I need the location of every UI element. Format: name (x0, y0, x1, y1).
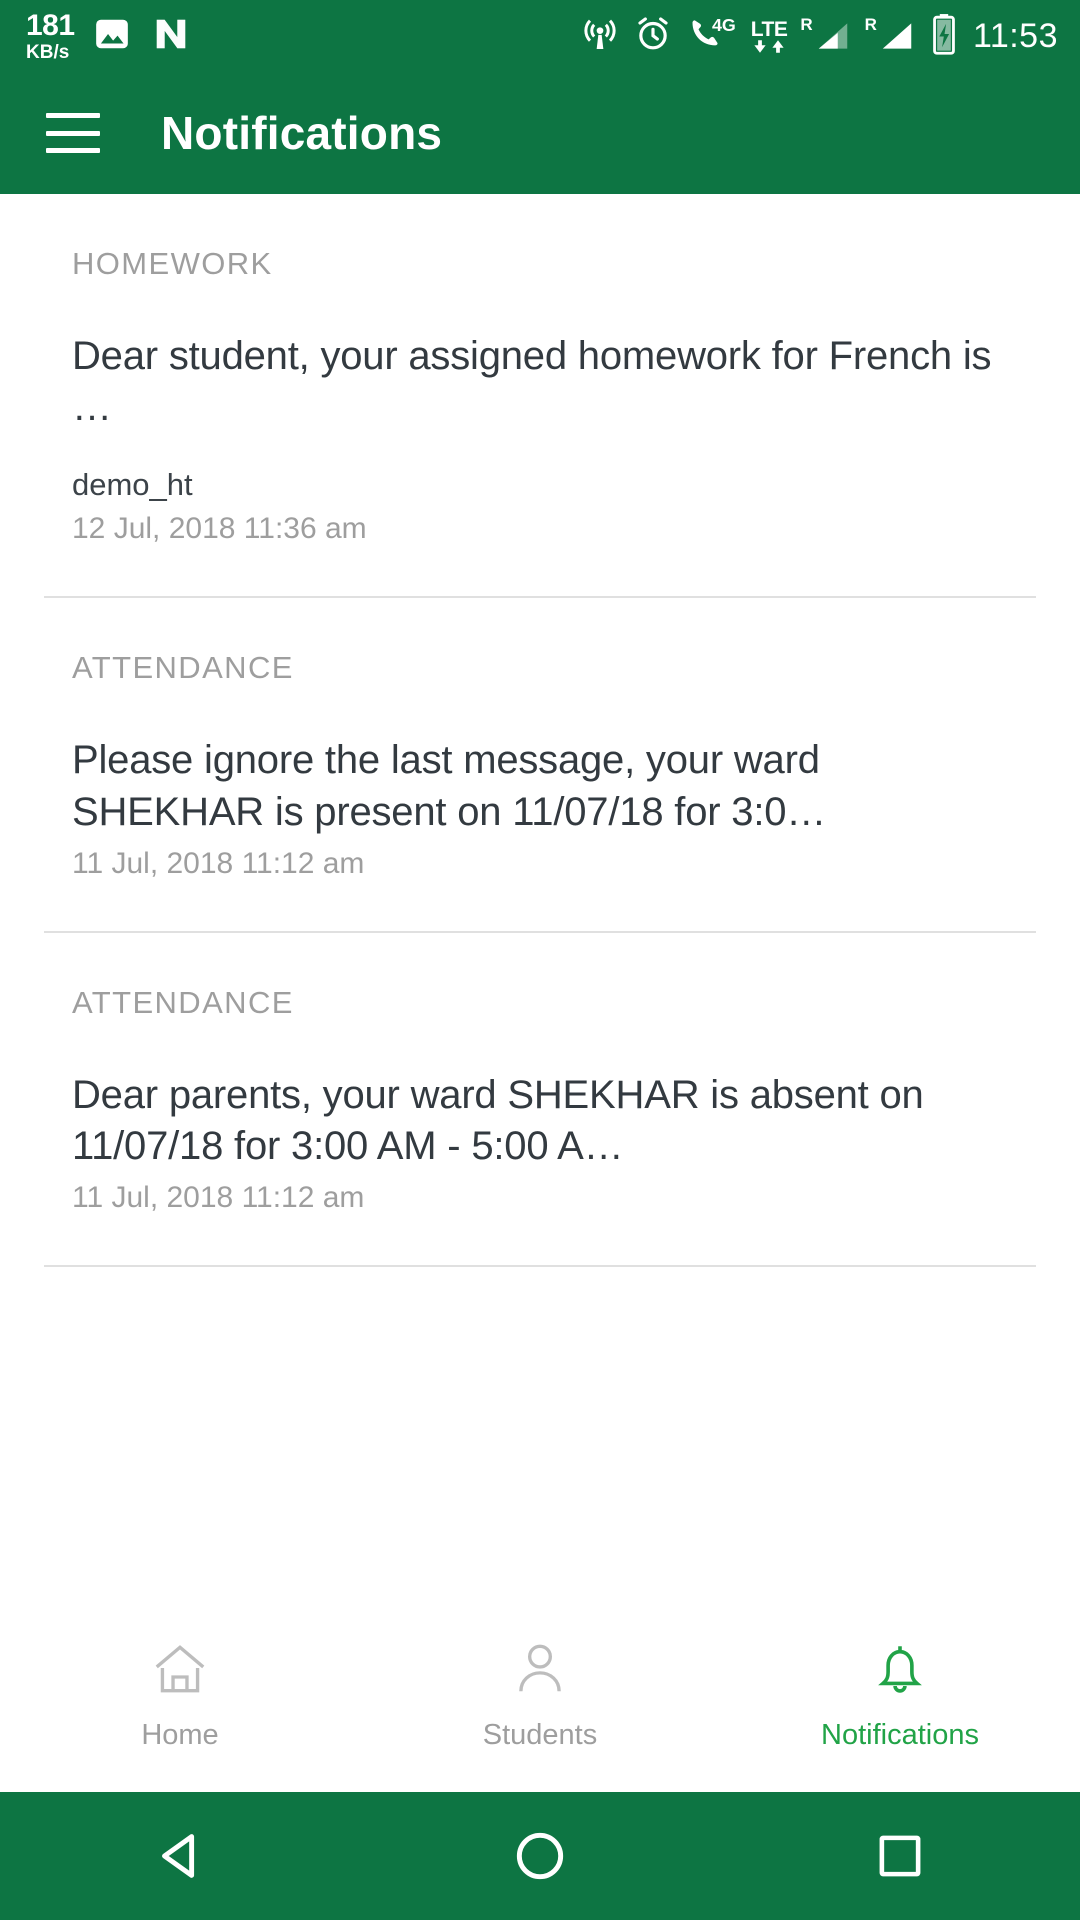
roaming-label-1: R (800, 15, 813, 34)
app-bar: Notifications (0, 72, 1080, 194)
page-title: Notifications (161, 107, 443, 159)
home-icon (147, 1638, 213, 1705)
notification-body: Dear student, your assigned homework for… (72, 334, 992, 430)
status-bar-left-icons (93, 15, 191, 58)
nav-item-notifications[interactable]: Notifications (720, 1638, 1080, 1752)
person-icon (507, 1638, 573, 1705)
list-divider (44, 1265, 1036, 1268)
notification-list[interactable]: HOMEWORK Dear student, your assigned hom… (0, 194, 1080, 1598)
notification-time: 11 Jul, 2018 11:12 am (72, 1181, 365, 1215)
signal-roaming-1-icon: R (800, 15, 851, 55)
notification-time: 12 Jul, 2018 11:36 am (72, 512, 367, 546)
bell-icon (867, 1638, 933, 1705)
lte-data-icon: LTE (751, 19, 788, 54)
nav-item-students[interactable]: Students (360, 1638, 720, 1752)
list-item-spacer (72, 1215, 1008, 1265)
nav-item-home[interactable]: Home (0, 1638, 360, 1752)
signal-roaming-2-icon: R (864, 15, 916, 55)
call-4g-icon: 4G (686, 14, 738, 59)
list-item[interactable]: ATTENDANCE Please ignore the last messag… (0, 598, 1080, 930)
list-item[interactable]: HOMEWORK Dear student, your assigned hom… (0, 194, 1080, 596)
nav-label-notifications: Notifications (821, 1719, 979, 1751)
alarm-icon (633, 14, 673, 59)
data-arrows-icon (752, 39, 786, 54)
home-circle-icon[interactable] (360, 1825, 720, 1887)
notification-body: Dear parents, your ward SHEKHAR is absen… (72, 1072, 924, 1168)
notification-sender: demo_ht (72, 467, 193, 503)
nav-label-home: Home (141, 1719, 219, 1751)
notification-category: HOMEWORK (72, 246, 273, 281)
network-speed-unit: KB/s (26, 41, 70, 63)
gallery-icon (93, 15, 131, 58)
hamburger-line-2 (46, 130, 100, 136)
roaming-label-2: R (864, 15, 877, 34)
status-bar-right-icons: 4G LTE R R (580, 13, 959, 60)
recents-square-icon[interactable] (720, 1827, 1080, 1885)
notification-time: 11 Jul, 2018 11:12 am (72, 846, 365, 880)
network-speed-value: 181 (26, 8, 75, 42)
list-item-spacer (72, 881, 1008, 931)
hamburger-line-3 (46, 148, 100, 153)
notification-category: ATTENDANCE (72, 650, 294, 686)
notification-category: ATTENDANCE (72, 984, 294, 1020)
battery-charging-icon (929, 13, 959, 60)
back-triangle-icon[interactable] (0, 1825, 360, 1887)
hamburger-line-1 (46, 113, 100, 118)
nav-label-students: Students (482, 1719, 598, 1751)
status-bar: 181 KB/s 4G LTE R R 11:53 (0, 0, 1080, 72)
hamburger-icon[interactable] (46, 113, 100, 153)
status-bar-clock: 11:53 (972, 16, 1058, 55)
lte-label: LTE (750, 17, 788, 41)
system-navigation-bar (0, 1792, 1080, 1920)
bottom-navigation: Home Students Notifications (0, 1598, 1080, 1792)
svg-text:4G: 4G (712, 14, 736, 34)
nougat-icon (151, 15, 191, 58)
notification-body: Please ignore the last message, your war… (72, 738, 827, 834)
hotspot-icon (580, 14, 620, 59)
network-speed-indicator: 181 KB/s (26, 8, 75, 63)
list-item-spacer (72, 546, 1008, 596)
list-item[interactable]: ATTENDANCE Dear parents, your ward SHEKH… (0, 933, 1080, 1265)
